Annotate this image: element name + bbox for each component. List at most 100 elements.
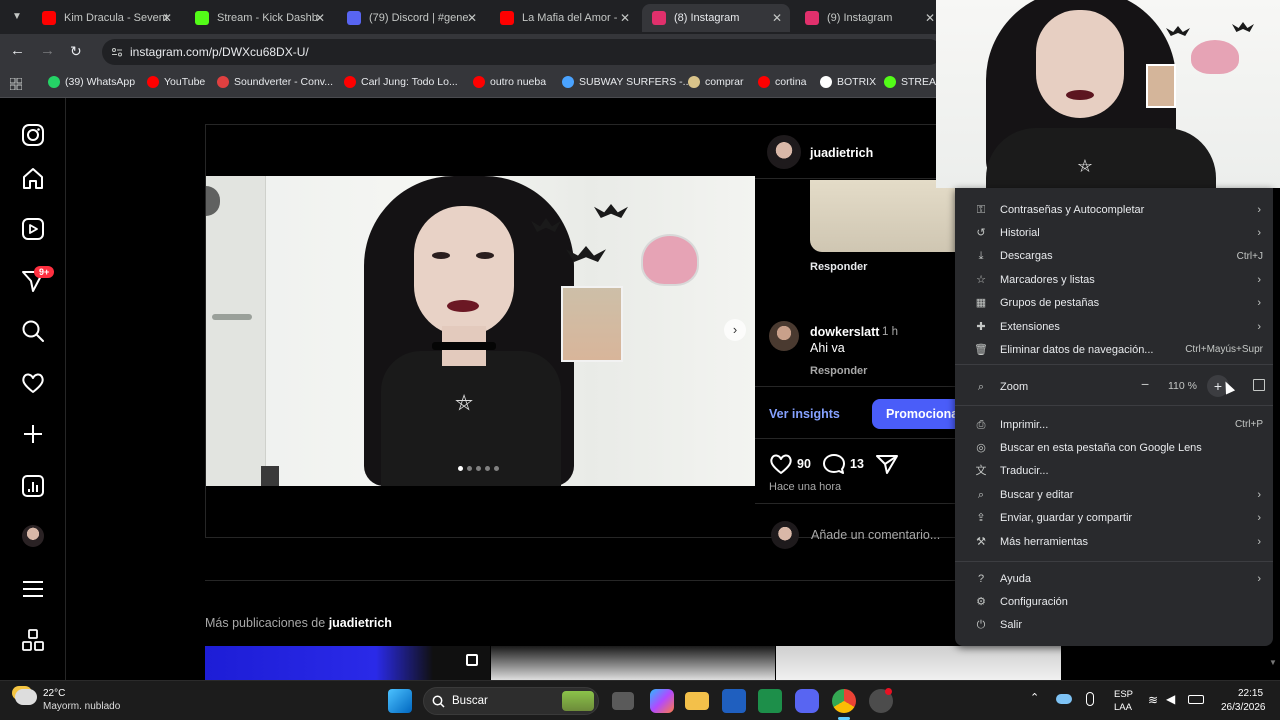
comment-username[interactable]: dowkerslatt xyxy=(810,325,879,339)
menu-item[interactable]: ◎ Buscar en esta pestaña con Google Lens xyxy=(955,436,1273,459)
copilot-icon[interactable] xyxy=(650,689,674,713)
windows-start-icon[interactable] xyxy=(388,689,412,713)
microphone-icon[interactable] xyxy=(1086,692,1094,706)
excel-icon[interactable] xyxy=(758,689,782,713)
bookmark-item[interactable]: outro nueba xyxy=(473,76,546,88)
menu-item[interactable]: ⚒ Más herramientas › xyxy=(955,530,1273,553)
onedrive-icon[interactable] xyxy=(1056,694,1072,704)
forward-button[interactable]: → xyxy=(40,42,58,60)
bookmark-item[interactable]: Carl Jung: Todo Lo... xyxy=(344,76,458,88)
heart-icon[interactable] xyxy=(20,370,46,396)
like-heart-icon[interactable] xyxy=(769,453,793,475)
author-avatar[interactable] xyxy=(767,135,801,169)
comment-reply-link[interactable]: Responder xyxy=(810,365,867,377)
bookmark-item[interactable]: SUBWAY SURFERS -... xyxy=(562,76,691,88)
weather-icon[interactable] xyxy=(15,689,37,705)
menu-item[interactable]: ⇪ Enviar, guardar y compartir › xyxy=(955,507,1273,530)
comment-avatar[interactable] xyxy=(769,321,799,351)
word-icon[interactable] xyxy=(722,689,746,713)
tab-close-icon[interactable]: ✕ xyxy=(925,11,935,25)
create-icon[interactable] xyxy=(20,421,46,447)
tab-close-icon[interactable]: ✕ xyxy=(772,11,782,25)
likes-count[interactable]: 90 xyxy=(797,457,811,471)
instagram-logo-icon[interactable] xyxy=(20,122,46,148)
chrome-icon[interactable] xyxy=(832,689,856,713)
zoom-out-button[interactable]: − xyxy=(1141,376,1149,392)
bookmark-item[interactable]: comprar xyxy=(688,76,744,88)
reels-icon[interactable] xyxy=(20,216,46,242)
menu-item[interactable]: ▦ Grupos de pestañas › xyxy=(955,292,1273,315)
menu-item[interactable]: ✚ Extensiones › xyxy=(955,315,1273,338)
back-button[interactable]: ← xyxy=(10,42,28,60)
language-bottom[interactable]: LAA xyxy=(1114,702,1132,713)
home-icon[interactable] xyxy=(20,166,46,192)
bookmark-item[interactable]: Soundverter - Conv... xyxy=(217,76,333,88)
menu-item[interactable]: ⎙ Imprimir... Ctrl+P xyxy=(955,413,1273,436)
weather-description[interactable]: Mayorm. nublado xyxy=(43,701,120,712)
clock-date[interactable]: 26/3/2026 xyxy=(1221,702,1266,713)
menu-item[interactable]: ☆ Marcadores y listas › xyxy=(955,268,1273,291)
tab-search-button[interactable]: ▼ xyxy=(8,8,26,26)
also-from-meta-icon[interactable] xyxy=(20,627,46,653)
bookmark-item[interactable]: BOTRIX xyxy=(820,76,876,88)
browser-tab[interactable]: (9) Instagram ✕ xyxy=(795,4,943,32)
reload-button[interactable]: ↻ xyxy=(70,42,88,60)
more-post-thumbnail[interactable] xyxy=(776,646,1061,680)
language-top[interactable]: ESP xyxy=(1114,689,1133,700)
menu-item[interactable]: 文 Traducir... xyxy=(955,460,1273,483)
show-hidden-icons-chevron[interactable]: ⌃ xyxy=(1030,691,1039,704)
browser-tab[interactable]: Stream - Kick Dashb ✕ xyxy=(185,4,333,32)
add-comment-input[interactable]: Añade un comentario... xyxy=(811,528,940,542)
bookmark-item[interactable]: cortina xyxy=(758,76,807,88)
menu-item[interactable]: ⌕ Buscar y editar › xyxy=(955,483,1273,506)
browser-tab[interactable]: (79) Discord | #gene ✕ xyxy=(337,4,485,32)
menu-item[interactable]: ⚙ Configuración xyxy=(955,590,1273,613)
weather-temperature[interactable]: 22°C xyxy=(43,688,65,699)
menu-item[interactable]: ⤓ Descargas Ctrl+J xyxy=(955,245,1273,268)
tab-close-icon[interactable]: ✕ xyxy=(315,11,325,25)
comment-bubble-icon[interactable] xyxy=(822,453,846,475)
view-insights-link[interactable]: Ver insights xyxy=(769,407,840,421)
discord-icon[interactable] xyxy=(795,689,819,713)
dashboard-icon[interactable] xyxy=(20,473,46,499)
site-info-icon[interactable] xyxy=(111,46,123,58)
more-post-thumbnail[interactable] xyxy=(491,646,775,680)
menu-hamburger-icon[interactable] xyxy=(20,576,46,602)
clock-time[interactable]: 22:15 xyxy=(1238,688,1263,699)
browser-tab[interactable]: (8) Instagram ✕ xyxy=(642,4,790,32)
menu-item[interactable]: ⚿ Contraseñas y Autocompletar › xyxy=(955,198,1273,221)
menu-item-label: Ayuda xyxy=(1000,572,1031,585)
reply-image-thumbnail[interactable] xyxy=(810,180,970,252)
tab-close-icon[interactable]: ✕ xyxy=(162,11,172,25)
tab-close-icon[interactable]: ✕ xyxy=(467,11,477,25)
more-post-thumbnail[interactable] xyxy=(205,646,490,680)
post-photo[interactable]: ⛤ › xyxy=(206,176,755,486)
carousel-next-button[interactable]: › xyxy=(724,319,746,341)
menu-item[interactable]: ↺ Historial › xyxy=(955,221,1273,244)
page-scrollbar[interactable]: ▼ xyxy=(1268,658,1278,678)
more-posts-username[interactable]: juadietrich xyxy=(329,616,392,630)
task-view-icon[interactable] xyxy=(612,692,634,710)
battery-icon[interactable] xyxy=(1188,695,1204,704)
menu-item[interactable]: 🗑 Eliminar datos de navegación... Ctrl+May… xyxy=(955,338,1273,361)
wifi-icon[interactable]: ≋ xyxy=(1148,693,1158,707)
share-send-icon[interactable] xyxy=(875,453,899,475)
apps-grid-icon[interactable] xyxy=(10,78,22,90)
taskbar-search-box[interactable]: Buscar xyxy=(423,687,599,715)
author-username[interactable]: juadietrich xyxy=(810,146,873,160)
address-bar[interactable]: instagram.com/p/DWXcu68DX-U/ xyxy=(102,39,942,65)
bookmark-item[interactable]: YouTube xyxy=(147,76,205,88)
menu-item[interactable]: ? Ayuda › xyxy=(955,567,1273,590)
fullscreen-button[interactable] xyxy=(1253,379,1265,391)
browser-tab[interactable]: La Mafia del Amor - ✕ xyxy=(490,4,638,32)
file-explorer-icon[interactable] xyxy=(685,692,709,710)
comments-count[interactable]: 13 xyxy=(850,457,864,471)
profile-avatar[interactable] xyxy=(22,525,44,547)
tab-close-icon[interactable]: ✕ xyxy=(620,11,630,25)
bookmark-item[interactable]: (39) WhatsApp xyxy=(48,76,135,88)
reply-link[interactable]: Responder xyxy=(810,261,867,273)
browser-tab[interactable]: Kim Dracula - Sevent ✕ xyxy=(32,4,180,32)
volume-icon[interactable]: ◀ xyxy=(1166,692,1175,706)
menu-item[interactable]: ⏻ Salir xyxy=(955,614,1273,637)
search-icon[interactable] xyxy=(20,318,46,344)
